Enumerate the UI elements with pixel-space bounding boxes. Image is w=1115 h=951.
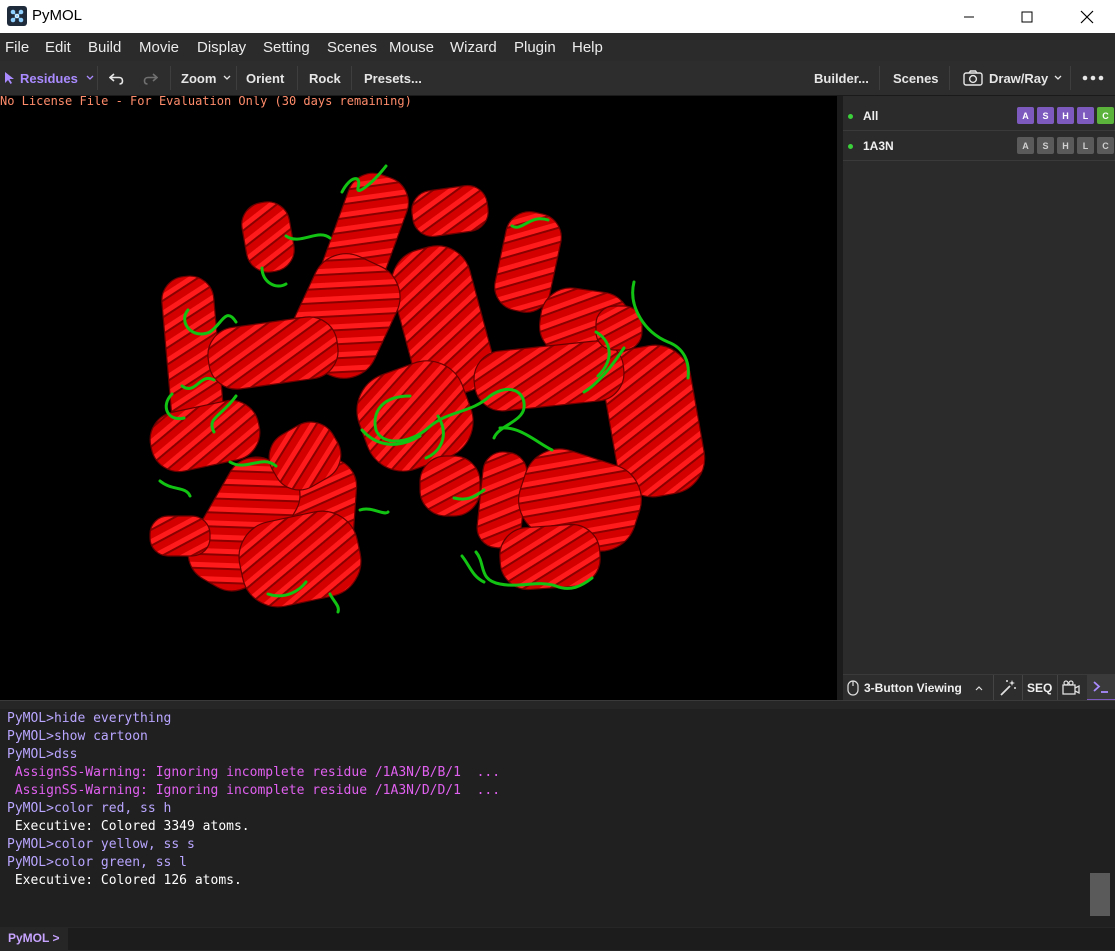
more-icon [1082, 75, 1104, 81]
console-line: AssignSS-Warning: Ignoring incomplete re… [7, 783, 501, 798]
show-button[interactable]: S [1037, 107, 1054, 124]
orient-button[interactable]: Orient [246, 61, 284, 95]
panel-footer: 3-Button Viewing SEQ [843, 674, 1115, 701]
close-icon [1080, 10, 1094, 23]
object-row-1a3n[interactable]: 1A3N A S H L C [843, 131, 1115, 161]
chevron-down-icon [86, 75, 94, 80]
console-line: AssignSS-Warning: Ignoring incomplete re… [7, 765, 501, 780]
mouse-icon [847, 680, 859, 696]
movie-button[interactable] [1062, 680, 1080, 698]
object-panel: All A S H L C 1A3N A S H L C [843, 96, 1115, 700]
menu-bar: File Edit Build Movie Display Setting Sc… [0, 33, 1115, 61]
toolbar-separator [949, 66, 950, 90]
command-bar: PyMOL > [0, 927, 1115, 951]
console-line: PyMOL>dss [7, 747, 78, 762]
menu-build[interactable]: Build [88, 39, 121, 56]
draw-ray-button[interactable]: Draw/Ray [963, 61, 1062, 95]
selection-mode-label: Residues [20, 70, 78, 86]
console-line: Executive: Colored 3349 atoms. [7, 819, 250, 834]
label-button[interactable]: L [1077, 137, 1094, 154]
color-button[interactable]: C [1097, 137, 1114, 154]
action-button[interactable]: A [1017, 137, 1034, 154]
menu-help[interactable]: Help [572, 39, 603, 56]
console-line: PyMOL>color red, ss h [7, 801, 172, 816]
menu-scenes[interactable]: Scenes [327, 39, 377, 56]
color-button[interactable]: C [1097, 107, 1114, 124]
redo-button[interactable] [143, 61, 158, 95]
redo-icon [143, 72, 158, 85]
console-output: PyMOL>hide everything PyMOL>show cartoon… [0, 709, 1115, 927]
close-button[interactable] [1064, 0, 1110, 33]
undo-button[interactable] [109, 61, 124, 95]
zoom-label: Zoom [181, 70, 217, 86]
enabled-indicator [848, 144, 853, 149]
command-prompt: PyMOL > [8, 931, 60, 945]
console-line: PyMOL>hide everything [7, 711, 172, 726]
toolbar-separator [236, 66, 237, 90]
menu-file[interactable]: File [5, 39, 29, 56]
title-bar: PyMOL [0, 0, 1115, 33]
undo-icon [109, 72, 124, 85]
object-name: All [863, 109, 879, 123]
console-line: PyMOL>color green, ss l [7, 855, 188, 870]
menu-movie[interactable]: Movie [139, 39, 179, 56]
console-line: PyMOL>show cartoon [7, 729, 148, 744]
chevron-down-icon [1054, 75, 1062, 80]
terminal-icon [1093, 681, 1108, 693]
hide-button[interactable]: H [1057, 107, 1074, 124]
molecular-viewport[interactable]: No License File - For Evaluation Only (3… [0, 96, 837, 700]
camera-icon [963, 70, 983, 86]
presets-button[interactable]: Presets... [364, 61, 422, 95]
console-scrollbar[interactable] [1090, 873, 1110, 916]
minimize-icon [964, 16, 974, 17]
show-button[interactable]: S [1037, 137, 1054, 154]
menu-edit[interactable]: Edit [45, 39, 71, 56]
maximize-button[interactable] [1004, 0, 1050, 33]
protein-cartoon [149, 164, 706, 614]
toolbar-separator [879, 66, 880, 90]
menu-plugin[interactable]: Plugin [514, 39, 556, 56]
scenes-button[interactable]: Scenes [893, 61, 939, 95]
console-line: Executive: Colored 126 atoms. [7, 873, 242, 888]
object-row-all[interactable]: All A S H L C [843, 101, 1115, 131]
pointer-arrow-icon [5, 72, 14, 84]
magic-wand-icon [1000, 680, 1016, 696]
window-title: PyMOL [32, 7, 83, 24]
draw-ray-label: Draw/Ray [989, 70, 1049, 86]
toolbar-separator [297, 66, 298, 90]
chevron-down-icon [223, 75, 231, 80]
zoom-button[interactable]: Zoom [181, 61, 231, 95]
maximize-icon [1021, 11, 1033, 22]
menu-wizard[interactable]: Wizard [450, 39, 497, 56]
menu-display[interactable]: Display [197, 39, 246, 56]
pymol-logo-icon [7, 6, 27, 26]
toolbar-separator [351, 66, 352, 90]
mouse-mode-label: 3-Button Viewing [864, 681, 962, 695]
console-line: PyMOL>color yellow, ss s [7, 837, 195, 852]
sequence-toggle-button[interactable]: SEQ [1027, 681, 1052, 695]
action-button[interactable]: A [1017, 107, 1034, 124]
minimize-button[interactable] [946, 0, 992, 33]
enabled-indicator [848, 114, 853, 119]
toolbar-separator [97, 66, 98, 90]
chevron-up-icon [975, 686, 983, 691]
mouse-mode-button[interactable]: 3-Button Viewing [847, 675, 983, 701]
rock-button[interactable]: Rock [309, 61, 341, 95]
command-input[interactable] [68, 928, 1115, 950]
wizard-button[interactable] [999, 679, 1017, 700]
builder-button[interactable]: Builder... [814, 61, 869, 95]
more-button[interactable] [1082, 61, 1104, 95]
selection-mode-button[interactable]: Residues [4, 61, 94, 95]
console-toggle-button[interactable] [1087, 675, 1115, 701]
label-button[interactable]: L [1077, 107, 1094, 124]
movie-camera-icon [1062, 680, 1080, 695]
object-name: 1A3N [863, 139, 894, 153]
menu-setting[interactable]: Setting [263, 39, 310, 56]
toolbar-separator [170, 66, 171, 90]
toolbar-separator [1070, 66, 1071, 90]
toolbar: Residues Zoom Orient Rock Presets... Bui… [0, 61, 1115, 96]
hide-button[interactable]: H [1057, 137, 1074, 154]
menu-mouse[interactable]: Mouse [389, 39, 434, 56]
